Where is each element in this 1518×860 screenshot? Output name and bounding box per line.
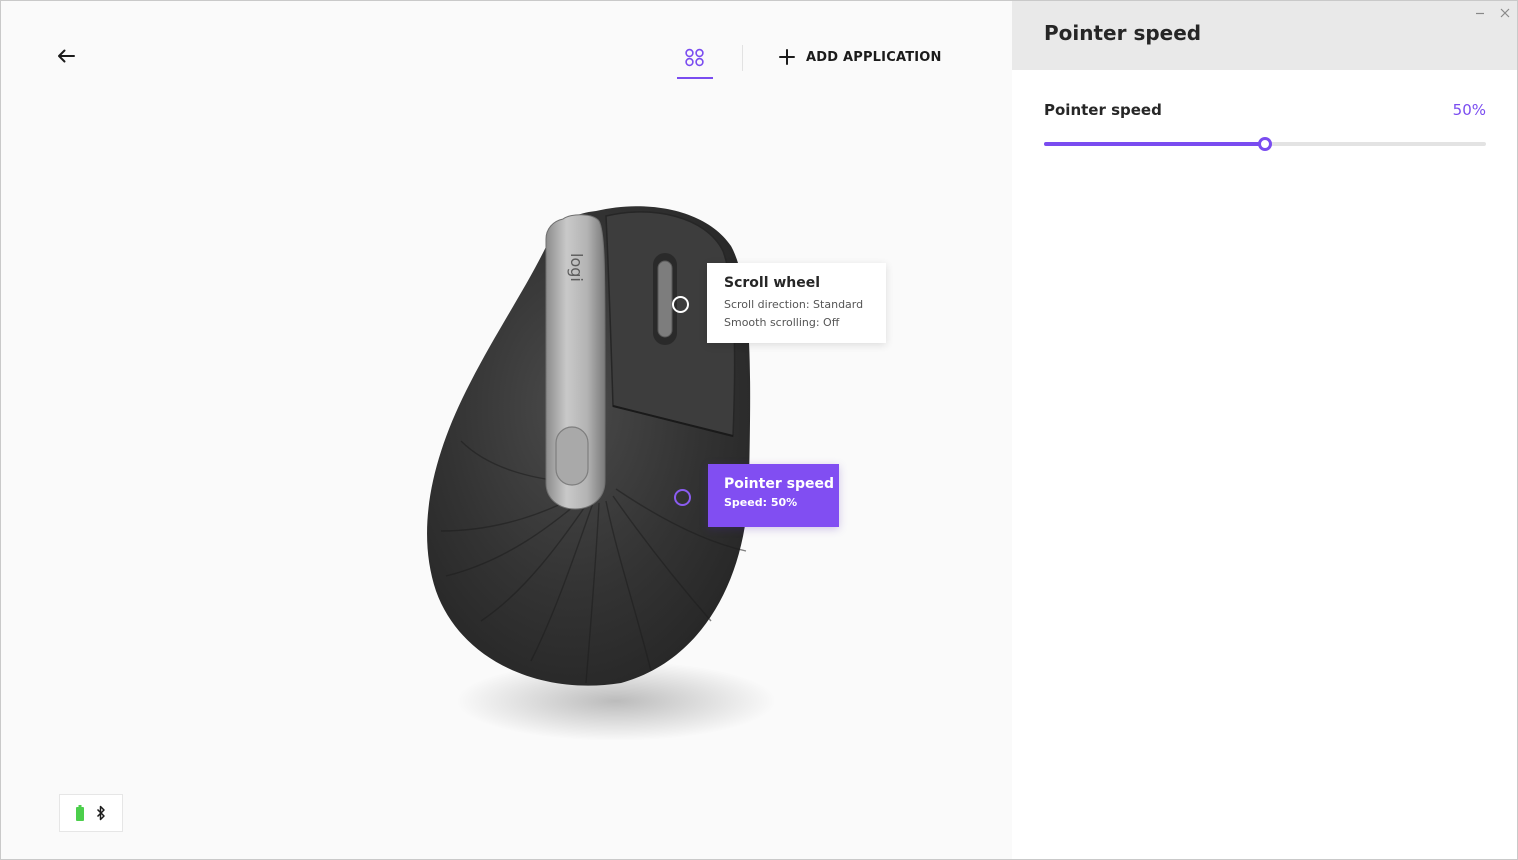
bluetooth-icon <box>96 805 105 821</box>
scroll-wheel-hotspot[interactable] <box>672 296 689 313</box>
applications-grid-icon <box>685 48 704 67</box>
settings-panel: Pointer speed Pointer speed 50% <box>1012 1 1517 859</box>
scroll-wheel-callout[interactable]: Scroll wheel Scroll direction: Standard … <box>707 263 886 343</box>
tab-divider <box>742 45 743 71</box>
scroll-wheel <box>657 260 673 338</box>
plus-icon <box>779 49 795 65</box>
device-status <box>59 794 123 832</box>
add-application-label: ADD APPLICATION <box>806 49 942 65</box>
scroll-wheel-callout-title: Scroll wheel <box>724 275 821 291</box>
slider-thumb[interactable] <box>1258 137 1272 151</box>
battery-icon <box>76 805 84 821</box>
pointer-speed-callout[interactable]: Pointer speed Speed: 50% <box>708 464 839 527</box>
minimize-icon[interactable] <box>1474 6 1486 20</box>
add-application-button[interactable]: ADD APPLICATION <box>778 45 942 69</box>
pointer-speed-callout-title: Pointer speed <box>724 476 834 492</box>
pointer-speed-percent: 50% <box>1452 101 1486 119</box>
panel-header: Pointer speed <box>1012 1 1517 70</box>
pointer-speed-slider[interactable] <box>1044 137 1486 151</box>
logi-logo: logi <box>567 253 586 282</box>
device-view: ADD APPLICATION logi Scroll wheel Scroll… <box>1 1 1012 859</box>
close-icon[interactable] <box>1498 6 1512 20</box>
slider-fill <box>1044 142 1265 146</box>
pointer-speed-value-text: Speed: 50% <box>724 496 798 509</box>
back-button[interactable] <box>53 43 79 69</box>
pointer-speed-label: Pointer speed <box>1044 101 1162 119</box>
scroll-direction-text: Scroll direction: Standard <box>724 298 864 311</box>
panel-title: Pointer speed <box>1044 21 1202 45</box>
tab-all-applications[interactable] <box>677 39 713 79</box>
active-tab-indicator <box>677 77 713 79</box>
arrow-left-icon <box>58 49 75 63</box>
smooth-scrolling-text: Smooth scrolling: Off <box>724 316 840 329</box>
thumb-button <box>555 426 589 486</box>
pointer-speed-hotspot[interactable] <box>674 489 691 506</box>
